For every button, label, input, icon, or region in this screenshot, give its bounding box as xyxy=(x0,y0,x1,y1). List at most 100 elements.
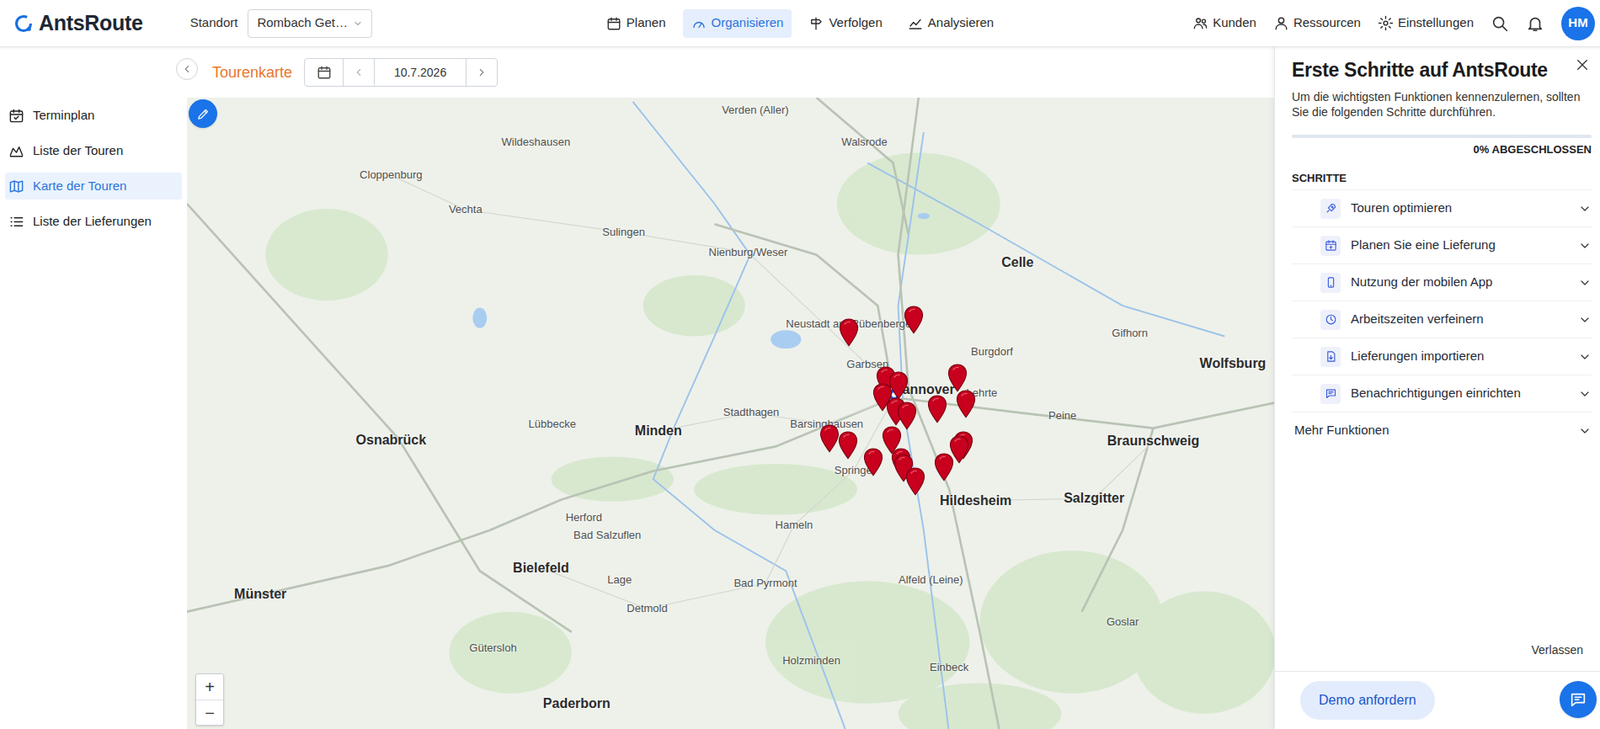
step-icon-box xyxy=(1320,272,1341,294)
main-area: Tourenkarte10.7.2026Verden (Aller)Walsro… xyxy=(186,47,1275,729)
pen-icon xyxy=(196,106,211,122)
chevron-down-icon xyxy=(1578,276,1592,290)
header-action-label: Einstellungen xyxy=(1397,13,1474,33)
chevron-right-icon xyxy=(475,66,488,79)
map-label: Salzgitter xyxy=(1063,488,1125,509)
close-icon xyxy=(1574,57,1590,73)
more-features-row[interactable]: Mehr Funktionen xyxy=(1291,411,1592,449)
nav-item[interactable]: Analysieren xyxy=(899,9,1003,38)
delivery-pin[interactable] xyxy=(903,305,924,335)
step-row[interactable]: Nutzung der mobilen App xyxy=(1291,263,1592,301)
previous-day-button[interactable] xyxy=(343,58,375,86)
delivery-pin[interactable] xyxy=(837,431,859,460)
delivery-pin[interactable] xyxy=(896,401,918,431)
user-avatar[interactable]: HM xyxy=(1561,6,1595,41)
collapse-sidebar-button[interactable] xyxy=(176,58,198,80)
header-action[interactable]: Ressourcen xyxy=(1273,13,1361,33)
zoom-label: − xyxy=(204,704,215,722)
map-label: Gifhorn xyxy=(1111,325,1148,342)
delivery-pin[interactable] xyxy=(905,467,926,496)
map-label: Bad Salzuflen xyxy=(573,527,641,544)
leave-link[interactable]: Verlassen xyxy=(1531,641,1584,660)
map-label: Cloppenburg xyxy=(359,166,422,184)
header-action[interactable]: Kunden xyxy=(1192,13,1257,33)
header-action[interactable]: Einstellungen xyxy=(1377,13,1474,33)
chevron-left-icon xyxy=(181,63,193,75)
route-tool-button[interactable] xyxy=(188,99,218,128)
sidebar-label: Liste der Touren xyxy=(32,141,123,161)
content: Terminplan Liste der Touren Karte der Tour… xyxy=(0,47,1600,729)
spacer xyxy=(1274,448,1600,642)
map-label: Detmold xyxy=(626,600,667,618)
date-field[interactable]: 10.7.2026 xyxy=(374,58,466,86)
zoom-in-button[interactable]: + xyxy=(196,674,224,700)
step-row[interactable]: Planen Sie eine Lieferung xyxy=(1291,226,1592,264)
map-label: Bielefeld xyxy=(512,558,570,579)
signpost-icon xyxy=(808,16,824,32)
onboarding-title: Erste Schritte auf AntsRoute xyxy=(1291,57,1592,83)
step-row[interactable]: Lieferungen importieren xyxy=(1291,337,1592,375)
delivery-pin[interactable] xyxy=(838,318,859,347)
people-icon xyxy=(1192,15,1209,32)
gauge-icon xyxy=(691,16,707,32)
panel-footer: Demo anfordern xyxy=(1274,671,1600,729)
calendar-check-icon xyxy=(8,107,25,124)
zoom-out-button[interactable]: − xyxy=(196,699,224,726)
step-icon-box xyxy=(1320,384,1341,405)
delivery-pin[interactable] xyxy=(863,448,884,477)
main-nav: PlanenOrganisierenVerfolgen Analysieren xyxy=(395,9,1205,38)
demo-label: Demo anfordern xyxy=(1318,690,1417,711)
calendar-button[interactable] xyxy=(304,58,344,86)
bell-icon[interactable] xyxy=(1525,14,1545,33)
demo-button[interactable]: Demo anfordern xyxy=(1300,681,1435,720)
step-row[interactable]: Touren optimieren xyxy=(1291,189,1592,227)
chevron-down-icon xyxy=(1578,387,1592,401)
delivery-pin[interactable] xyxy=(927,394,948,424)
next-day-button[interactable] xyxy=(465,58,497,86)
search-icon[interactable] xyxy=(1490,14,1510,33)
nav-item[interactable]: Organisieren xyxy=(682,9,793,38)
chat-icon xyxy=(1568,690,1588,710)
sidebar-item[interactable]: Liste der Touren xyxy=(5,137,182,165)
sidebar-label: Karte der Touren xyxy=(32,176,127,197)
map[interactable]: Verden (Aller)WalsrodeCloppenburgVechtaN… xyxy=(186,97,1275,729)
map-label: Wildeshausen xyxy=(501,134,571,152)
nav-item[interactable]: Planen xyxy=(597,9,675,38)
nav-item[interactable]: Verfolgen xyxy=(800,9,891,38)
step-label: Nutzung der mobilen App xyxy=(1350,272,1579,293)
close-button[interactable] xyxy=(1574,57,1590,79)
map-label: Springe xyxy=(834,463,873,480)
clock-icon xyxy=(1324,313,1338,326)
onboarding-content: Erste Schritte auf AntsRouteUm die wicht… xyxy=(1274,47,1600,449)
delivery-pin[interactable] xyxy=(947,363,968,393)
delivery-pin[interactable] xyxy=(933,453,955,482)
logo[interactable]: AntsRoute xyxy=(13,12,144,34)
location-label: Standort xyxy=(190,13,239,33)
map-label: Herford xyxy=(565,509,603,527)
progress-track xyxy=(1291,134,1592,139)
map-label: Lage xyxy=(607,571,632,589)
step-row[interactable]: Benachrichtigungen einrichten xyxy=(1291,374,1592,412)
sidebar-item[interactable]: Karte der Touren xyxy=(5,172,182,200)
delivery-pin[interactable] xyxy=(955,389,976,419)
map-label: Braunschweig xyxy=(1107,431,1200,452)
step-label: Touren optimieren xyxy=(1350,198,1579,219)
map-label: Minden xyxy=(634,421,683,442)
sidebar-item[interactable]: Terminplan xyxy=(5,101,182,129)
sidebar-label: Terminplan xyxy=(32,106,95,126)
step-label: Lieferungen importieren xyxy=(1350,346,1579,367)
step-row[interactable]: Arbeitszeiten verfeinern xyxy=(1291,300,1592,338)
user-initials: HM xyxy=(1568,13,1588,33)
chat-button[interactable] xyxy=(1559,681,1597,719)
chevron-down-icon xyxy=(1578,202,1592,216)
zoom-controls: +− xyxy=(195,673,224,726)
map-label: Lübbecke xyxy=(528,416,576,433)
map-icon xyxy=(8,178,25,195)
list-icon xyxy=(8,213,25,230)
location-select[interactable]: Rombach Get… xyxy=(247,9,373,38)
map-label: Einbeck xyxy=(929,660,969,678)
delivery-pin[interactable] xyxy=(819,424,840,454)
chevron-down-icon xyxy=(1578,313,1592,327)
sidebar-item[interactable]: Liste der Lieferungen xyxy=(5,208,182,235)
calendar-icon xyxy=(606,16,622,32)
